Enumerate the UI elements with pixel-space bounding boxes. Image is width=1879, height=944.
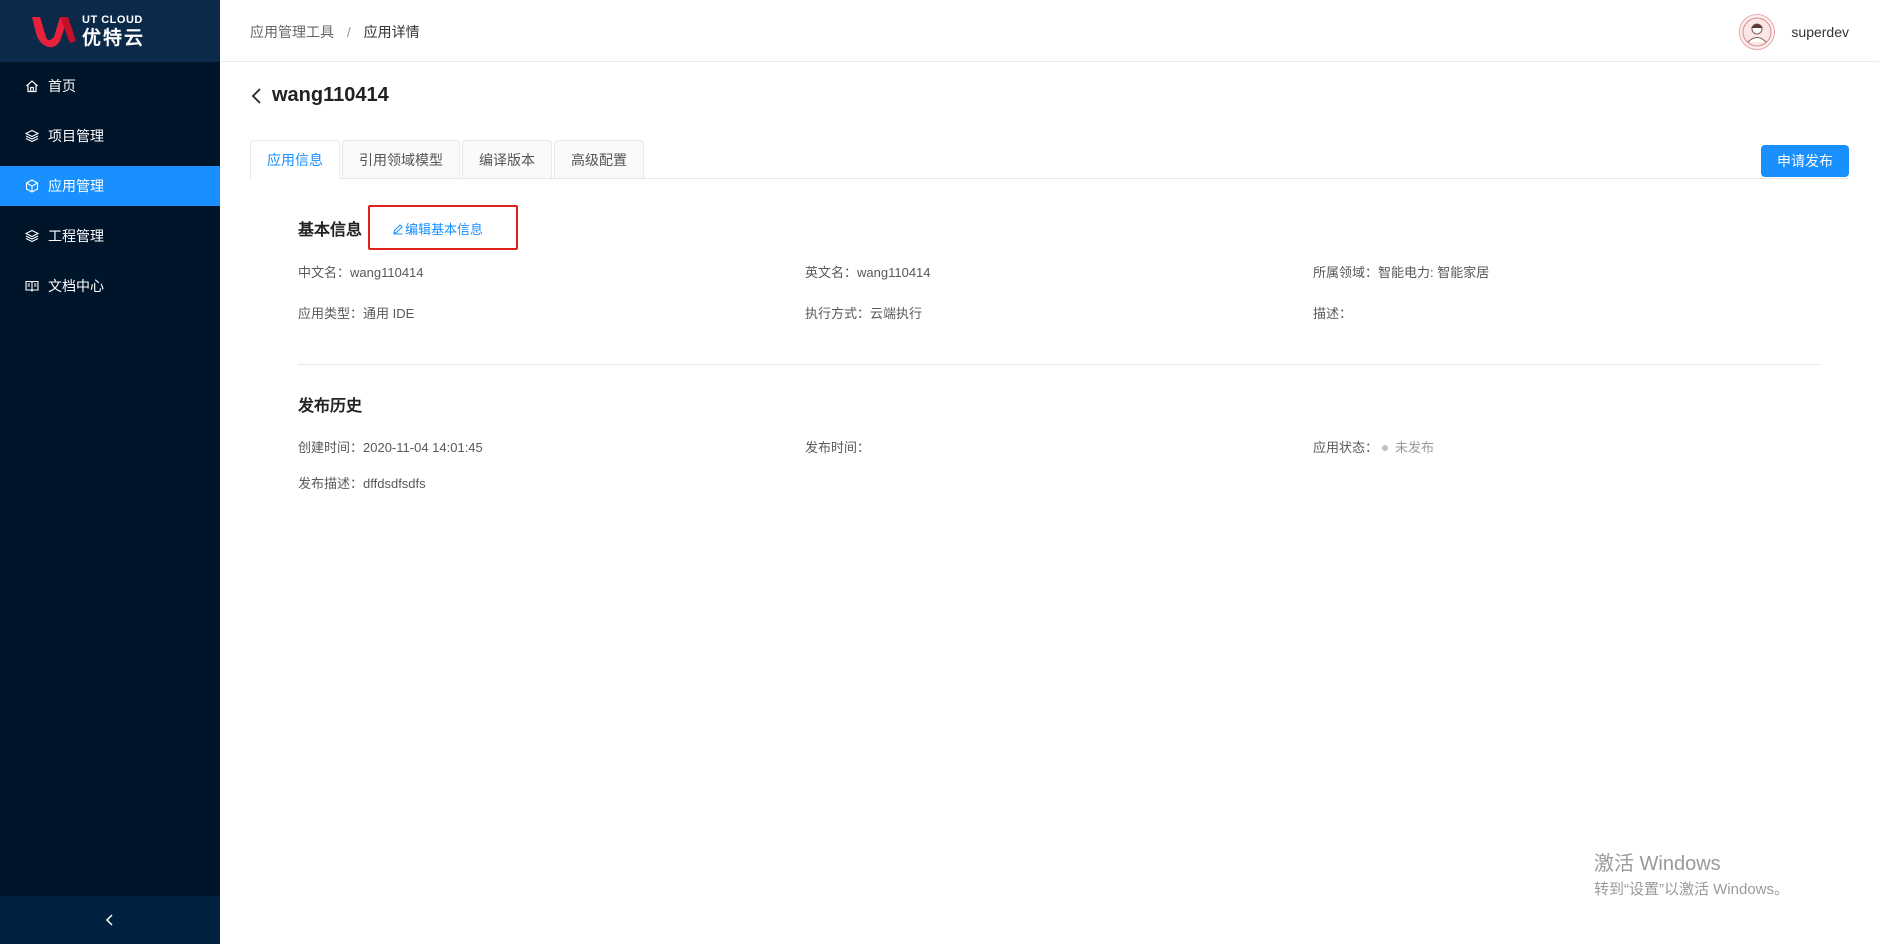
field-label: 英文名： <box>805 265 858 280</box>
sidebar-item-engineering[interactable]: 工程管理 <box>0 216 220 256</box>
field-label: 发布时间： <box>805 440 871 455</box>
status-badge: 未发布 <box>1395 440 1435 455</box>
tab-domain-models[interactable]: 引用领域模型 <box>342 140 460 178</box>
watermark-line-2: 转到“设置”以激活 Windows。 <box>1593 881 1789 898</box>
sidebar-menu: 首页 项目管理 应用管理 工程管理 文档中心 <box>0 66 220 306</box>
field-cn-name: 中文名：wang110414 <box>298 262 424 281</box>
edit-pencil-icon <box>393 223 403 234</box>
field-en-name: 英文名：wang110414 <box>805 262 931 281</box>
breadcrumb-separator: / <box>346 24 351 40</box>
field-value: dffdsdfsdfs <box>363 476 426 491</box>
avatar[interactable] <box>1739 14 1776 50</box>
field-label: 应用类型： <box>298 306 364 321</box>
page-title-row: wang110414 <box>250 84 389 107</box>
layers-icon <box>24 128 40 144</box>
layers-icon <box>24 228 40 244</box>
tab-advanced-config[interactable]: 高级配置 <box>554 140 644 178</box>
field-app-type: 应用类型：通用 IDE <box>298 303 414 322</box>
edit-basic-info-link[interactable]: 编辑基本信息 <box>392 219 483 238</box>
sidebar-item-home[interactable]: 首页 <box>0 66 220 106</box>
windows-activation-watermark: 激活 Windows 转到“设置”以激活 Windows。 <box>1594 847 1789 899</box>
sidebar-item-label: 文档中心 <box>48 278 104 294</box>
field-value: 智能电力: 智能家居 <box>1378 265 1490 280</box>
field-publish-time: 发布时间： <box>805 437 870 456</box>
sidebar-item-apps[interactable]: 应用管理 <box>0 166 220 206</box>
tab-app-info[interactable]: 应用信息 <box>250 140 340 179</box>
breadcrumb-item-app-tools[interactable]: 应用管理工具 <box>250 24 334 40</box>
logo-name-en: UT CLOUD <box>82 13 143 26</box>
field-label: 发布描述： <box>298 476 364 491</box>
field-created-time: 创建时间：2020-11-04 14:01:45 <box>298 437 483 456</box>
edit-basic-info-label: 编辑基本信息 <box>405 222 484 237</box>
back-arrow-icon[interactable] <box>250 86 266 106</box>
cube-icon <box>24 178 40 194</box>
breadcrumb: 应用管理工具 / 应用详情 <box>250 22 420 42</box>
breadcrumb-item-app-detail: 应用详情 <box>363 24 420 40</box>
field-value: wang110414 <box>857 265 931 280</box>
tab-build-versions[interactable]: 编译版本 <box>462 140 552 178</box>
sidebar-item-projects[interactable]: 项目管理 <box>0 116 220 156</box>
publish-history-title: 发布历史 <box>298 398 363 415</box>
field-label: 描述： <box>1313 306 1353 321</box>
username[interactable]: superdev <box>1791 24 1849 40</box>
user-menu[interactable]: superdev <box>1739 14 1849 50</box>
page-title: wang110414 <box>272 84 389 106</box>
field-label: 执行方式： <box>805 306 871 321</box>
field-app-status: 应用状态： 未发布 <box>1313 437 1434 456</box>
status-dot-icon <box>1382 445 1389 452</box>
sidebar-item-label: 项目管理 <box>48 128 104 144</box>
field-value: wang110414 <box>350 265 424 280</box>
sidebar-item-label: 应用管理 <box>48 178 104 194</box>
apply-publish-button[interactable]: 申请发布 <box>1761 145 1849 177</box>
field-value: 云端执行 <box>870 306 923 321</box>
field-label: 应用状态： <box>1313 440 1379 455</box>
home-icon <box>24 78 40 94</box>
watermark-line-1: 激活 Windows <box>1593 853 1721 875</box>
field-description: 描述： <box>1313 303 1352 322</box>
sidebar-item-label: 首页 <box>48 78 76 94</box>
tab-bar: 应用信息 引用领域模型 编译版本 高级配置 <box>250 140 1849 179</box>
sidebar-collapse-button[interactable] <box>0 896 220 944</box>
field-label: 创建时间： <box>298 440 364 455</box>
field-publish-desc: 发布描述：dffdsdfsdfs <box>298 473 426 492</box>
field-value: 通用 IDE <box>363 306 415 321</box>
basic-info-title: 基本信息 <box>298 222 363 239</box>
sidebar-item-label: 工程管理 <box>48 228 104 244</box>
user-avatar-icon <box>1742 17 1772 47</box>
section-divider <box>298 364 1821 365</box>
book-icon <box>24 278 40 294</box>
field-label: 中文名： <box>298 265 351 280</box>
field-label: 所属领域： <box>1313 265 1379 280</box>
field-exec-mode: 执行方式：云端执行 <box>805 303 922 322</box>
top-header: 应用管理工具 / 应用详情 superdev <box>220 0 1879 62</box>
chevron-left-icon <box>105 914 113 926</box>
logo-name-cn: 优特云 <box>82 27 146 49</box>
field-domain: 所属领域：智能电力: 智能家居 <box>1313 262 1489 281</box>
field-value: 2020-11-04 14:01:45 <box>363 440 483 455</box>
ut-cloud-logo-icon <box>32 17 76 48</box>
logo[interactable]: UT CLOUD 优特云 <box>0 0 220 62</box>
main-content: wang110414 应用信息 引用领域模型 编译版本 高级配置 申请发布 基本… <box>220 62 1879 944</box>
sidebar: UT CLOUD 优特云 首页 项目管理 应用管理 工程管理 文档中心 <box>0 0 220 944</box>
sidebar-item-docs[interactable]: 文档中心 <box>0 266 220 306</box>
